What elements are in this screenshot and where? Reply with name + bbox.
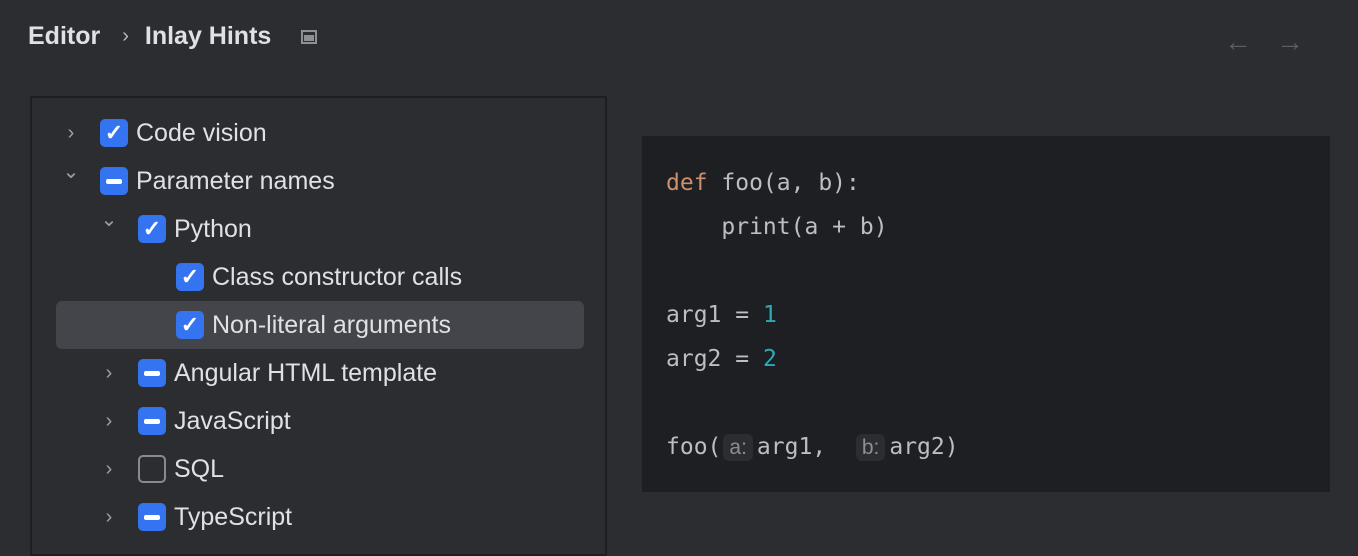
tree-item-label: JavaScript: [174, 406, 291, 435]
checkbox[interactable]: ✓: [138, 215, 166, 243]
code-line: arg1 = 1: [666, 302, 777, 328]
code-preview: def foo(a, b): print(a + b) arg1 = 1 arg…: [642, 136, 1330, 492]
tree-item[interactable]: ✓ Non-literal arguments: [56, 301, 584, 349]
breadcrumb: Editor › Inlay Hints: [28, 22, 318, 51]
inlay-hints-tree: › ✓ Code vision ⌄ Parameter names ⌄ ✓ Python ✓ Cl…: [30, 96, 607, 556]
chevron-right-icon[interactable]: ›: [98, 458, 120, 481]
tree-item-label: Python: [174, 214, 252, 243]
chevron-right-icon[interactable]: ›: [60, 122, 82, 145]
breadcrumb-parent[interactable]: Editor: [28, 22, 100, 51]
checkbox[interactable]: ✓: [176, 263, 204, 291]
code-line: arg2 = 2: [666, 346, 777, 372]
tree-item[interactable]: › Angular HTML template: [56, 349, 584, 397]
tree-item-label: Code vision: [136, 118, 267, 147]
page-title: Inlay Hints: [144, 22, 272, 50]
checkbox[interactable]: [138, 407, 166, 435]
checkbox[interactable]: [138, 359, 166, 387]
tree-item[interactable]: › JavaScript: [56, 397, 584, 445]
forward-arrow-icon[interactable]: →: [1276, 26, 1304, 58]
checkbox[interactable]: [138, 455, 166, 483]
chevron-right-icon[interactable]: ›: [98, 410, 120, 433]
checkbox[interactable]: [138, 503, 166, 531]
chevron-down-icon[interactable]: ⌄: [98, 207, 120, 232]
back-arrow-icon[interactable]: ←: [1224, 26, 1252, 58]
tree-item-label: SQL: [174, 454, 225, 483]
tree-item[interactable]: › TypeScript: [56, 493, 584, 541]
tree-item-label: Class constructor calls: [212, 262, 463, 291]
chevron-down-icon[interactable]: ⌄: [60, 159, 82, 184]
tree-item[interactable]: › SQL: [56, 445, 584, 493]
tree-item[interactable]: ⌄ ✓ Python: [56, 205, 584, 253]
tree-item-label: Non-literal arguments: [212, 310, 451, 339]
parameter-hint: b:: [855, 434, 886, 461]
tree-item[interactable]: ⌄ Parameter names: [56, 157, 584, 205]
checkbox[interactable]: ✓: [176, 311, 204, 339]
checkbox[interactable]: ✓: [100, 119, 128, 147]
tree-item-label: Angular HTML template: [174, 358, 438, 387]
tree-item[interactable]: › ✓ Code vision: [56, 109, 584, 157]
chevron-right-icon[interactable]: ›: [98, 506, 120, 529]
parameter-hint: a:: [723, 434, 753, 461]
code-line: print(a + b): [666, 214, 888, 240]
chevron-right-icon[interactable]: ›: [98, 362, 120, 385]
window-icon[interactable]: [301, 29, 318, 44]
tree-item[interactable]: ✓ Class constructor calls: [56, 253, 584, 301]
code-line: foo(a: arg1, b: arg2): [666, 434, 959, 461]
tree-item-label: TypeScript: [174, 502, 293, 531]
code-line: def foo(a, b):: [666, 170, 860, 196]
checkbox[interactable]: [100, 167, 128, 195]
chevron-right-icon: ›: [122, 25, 129, 47]
tree-item-label: Parameter names: [136, 166, 335, 195]
